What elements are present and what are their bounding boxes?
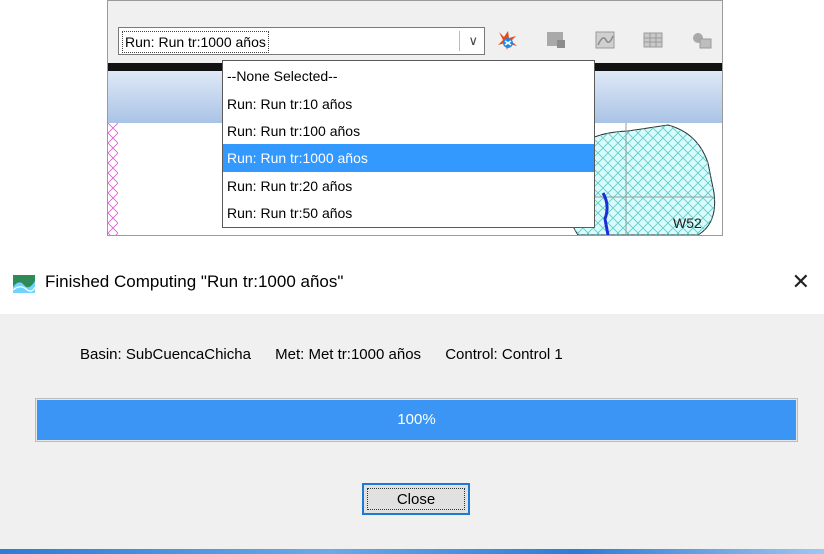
- met-label: Met: Met tr:1000 años: [275, 346, 422, 363]
- progress-percent: 100%: [397, 411, 436, 428]
- chevron-down-icon[interactable]: ∨: [468, 31, 478, 51]
- subbasin-label[interactable]: W52: [673, 215, 702, 231]
- toolbar: Run: Run tr:1000 años ∨: [108, 1, 722, 64]
- run-selector-value: Run: Run tr:1000 años: [122, 31, 269, 53]
- dialog-title: Finished Computing "Run tr:1000 años": [45, 272, 344, 291]
- progress-bar: 100%: [35, 398, 798, 442]
- run-info-line: Basin: SubCuencaChicha Met: Met tr:1000 …: [80, 346, 583, 363]
- close-icon[interactable]: ✕: [792, 269, 810, 295]
- compute-run-icon[interactable]: [496, 30, 518, 50]
- summary-table-icon[interactable]: [642, 30, 664, 50]
- run-selector-dropdown-list[interactable]: --None Selected-- Run: Run tr:10 años Ru…: [222, 60, 595, 228]
- hec-hms-app-icon: [13, 275, 35, 293]
- finished-computing-dialog: Finished Computing "Run tr:1000 años" ✕ …: [0, 248, 824, 554]
- dropdown-option-run-1000[interactable]: Run: Run tr:1000 años: [223, 144, 594, 172]
- combo-separator: [459, 31, 460, 51]
- graph-icon[interactable]: [594, 30, 616, 50]
- background-window-strip: [0, 549, 824, 554]
- close-button-label: Close: [367, 488, 465, 510]
- basin-label: Basin: SubCuencaChicha: [80, 346, 251, 363]
- run-selector-combobox[interactable]: Run: Run tr:1000 años ∨: [118, 27, 485, 55]
- dropdown-option-run-100[interactable]: Run: Run tr:100 años: [223, 117, 594, 145]
- time-series-table-icon[interactable]: [691, 30, 713, 50]
- dropdown-option-none[interactable]: --None Selected--: [223, 62, 594, 90]
- dropdown-option-run-50[interactable]: Run: Run tr:50 años: [223, 199, 594, 227]
- run-toolbar-screenshot: Run: Run tr:1000 años ∨ W52 --None Selec…: [107, 0, 723, 236]
- global-summary-icon[interactable]: [545, 30, 567, 50]
- close-button[interactable]: Close: [362, 483, 470, 515]
- dropdown-option-run-10[interactable]: Run: Run tr:10 años: [223, 90, 594, 118]
- dialog-titlebar: Finished Computing "Run tr:1000 años" ✕: [0, 248, 824, 314]
- control-label: Control: Control 1: [445, 346, 563, 363]
- dropdown-option-run-20[interactable]: Run: Run tr:20 años: [223, 172, 594, 200]
